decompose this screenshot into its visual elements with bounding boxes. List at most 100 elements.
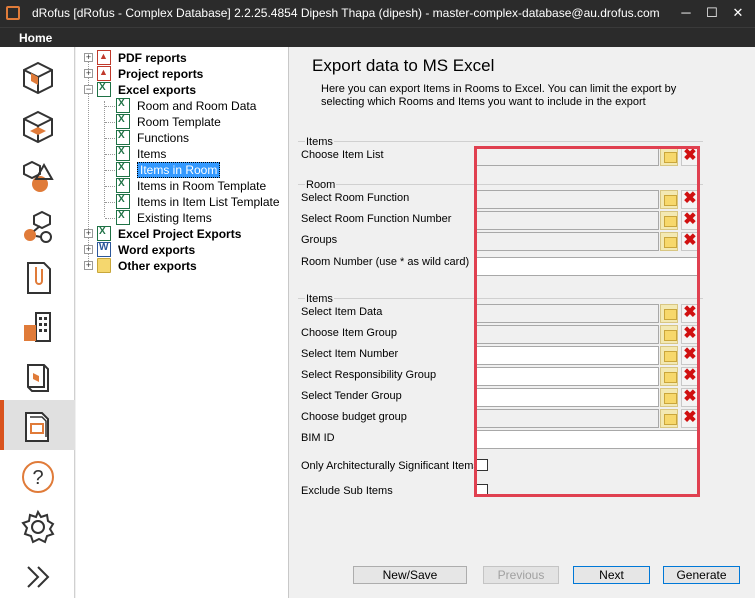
reports-icon <box>25 412 49 442</box>
room-template-module-button[interactable] <box>0 100 75 150</box>
tree-node[interactable]: Items in Room Template <box>76 178 288 194</box>
tree-node[interactable]: + PDF reports <box>76 50 288 66</box>
tree-node[interactable]: − Excel exports <box>76 82 288 98</box>
page-title: Export data to MS Excel <box>312 56 495 75</box>
settings-gear-icon <box>21 509 55 544</box>
documents-module-button[interactable] <box>0 250 75 300</box>
excel-icon <box>116 162 130 177</box>
expand-sidebar-button[interactable] <box>0 550 75 598</box>
document-clip-icon <box>27 262 51 294</box>
select-room-function-number-label: Select Room Function Number <box>301 213 452 225</box>
expand-toggle-icon[interactable]: + <box>84 261 93 270</box>
tree-node-label: Project reports <box>118 67 204 81</box>
tree-node-label: Items in Room <box>137 162 221 178</box>
close-window-button[interactable]: ✕ <box>728 4 748 22</box>
tree-node-label: Functions <box>137 131 190 145</box>
items-network-icon <box>24 210 52 243</box>
choose-item-group-label: Choose Item Group <box>301 327 397 339</box>
reports-module-button[interactable] <box>0 400 75 450</box>
items-group-label: Items <box>305 293 334 305</box>
tree-node[interactable]: Room and Room Data <box>76 98 288 114</box>
excel-icon <box>116 114 130 129</box>
collapse-toggle-icon[interactable]: − <box>84 85 93 94</box>
tree-node[interactable]: + Excel Project Exports <box>76 226 288 242</box>
previous-button[interactable]: Previous <box>483 566 559 584</box>
tree-node[interactable]: + Word exports <box>76 242 288 258</box>
pdf-icon <box>97 66 111 81</box>
excel-icon <box>97 82 111 97</box>
tree-node-label: Room Template <box>137 115 221 129</box>
select-tender-group-label: Select Tender Group <box>301 390 402 402</box>
app-logo-icon <box>6 6 20 20</box>
building-icon <box>24 312 51 342</box>
groups-label: Groups <box>301 234 338 246</box>
expand-toggle-icon[interactable]: + <box>84 245 93 254</box>
building-module-button[interactable] <box>0 300 75 350</box>
module-sidebar: ? <box>0 47 75 598</box>
select-responsibility-group-label: Select Responsibility Group <box>301 369 437 381</box>
excel-icon <box>116 98 130 113</box>
excel-icon <box>116 194 130 209</box>
tree-node[interactable]: Functions <box>76 130 288 146</box>
window-title: dRofus [dRofus - Complex Database] 2.2.2… <box>32 6 660 20</box>
shapes-module-button[interactable] <box>0 150 75 200</box>
title-bar: dRofus [dRofus - Complex Database] 2.2.2… <box>0 0 755 27</box>
tree-node[interactable]: Items in Item List Template <box>76 194 288 210</box>
pdf-icon <box>97 50 111 65</box>
tree-node[interactable]: Existing Items <box>76 210 288 226</box>
room-template-icon <box>23 110 53 144</box>
tree-node[interactable]: Room Template <box>76 114 288 130</box>
tree-node-label: Items <box>137 147 167 161</box>
tree-node-label: PDF reports <box>118 51 187 65</box>
expand-toggle-icon[interactable]: + <box>84 229 93 238</box>
rooms-3d-icon <box>23 61 53 95</box>
tree-node-label: Room and Room Data <box>137 99 257 113</box>
tree-node-label: Excel exports <box>118 83 197 97</box>
tree-node[interactable]: + Other exports <box>76 258 288 274</box>
expand-toggle-icon[interactable]: + <box>84 69 93 78</box>
tree-node-label: Excel Project Exports <box>118 227 242 241</box>
rooms-module-button[interactable] <box>0 50 75 100</box>
select-item-number-label: Select Item Number <box>301 348 399 360</box>
settings-module-button[interactable] <box>0 500 75 550</box>
items-top-group <box>298 141 703 142</box>
tree-node-label: Existing Items <box>137 211 212 225</box>
minimize-button[interactable]: ─ <box>676 4 696 22</box>
tree-node-label: Items in Room Template <box>137 179 267 193</box>
books-icon <box>27 364 49 392</box>
select-item-data-label: Select Item Data <box>301 306 383 318</box>
tree-node[interactable]: Items in Room <box>76 162 288 178</box>
items-top-group-label: Items <box>305 136 334 148</box>
excel-icon <box>116 178 130 193</box>
maximize-button[interactable]: ☐ <box>702 4 722 22</box>
tree-node-label: Items in Item List Template <box>137 195 280 209</box>
highlight-box <box>474 146 700 497</box>
folder-icon <box>97 258 111 273</box>
select-room-function-label: Select Room Function <box>301 192 410 204</box>
items-module-button[interactable] <box>0 200 75 250</box>
next-button[interactable]: Next <box>573 566 650 584</box>
tree-node[interactable]: Items <box>76 146 288 162</box>
help-glyph: ? <box>32 467 43 489</box>
tree-node-label: Word exports <box>118 243 196 257</box>
expand-toggle-icon[interactable]: + <box>84 53 93 62</box>
excel-icon <box>116 210 130 225</box>
excel-icon <box>97 226 111 241</box>
excel-icon <box>116 130 130 145</box>
report-tree: + PDF reports + Project reports − Excel expor… <box>76 47 289 598</box>
menu-bar: Home <box>0 27 755 47</box>
help-module-button[interactable]: ? <box>0 450 75 500</box>
word-icon <box>97 242 111 257</box>
room-number-label: Room Number (use * as wild card) <box>301 256 470 268</box>
shapes-icon <box>23 160 54 192</box>
library-module-button[interactable] <box>0 350 75 400</box>
tree-node[interactable]: + Project reports <box>76 66 288 82</box>
bim-id-label: BIM ID <box>301 432 335 444</box>
exclude-sub-items-label: Exclude Sub Items <box>301 485 393 497</box>
choose-budget-group-label: Choose budget group <box>301 411 407 423</box>
home-menu[interactable]: Home <box>19 31 52 45</box>
export-panel: Export data to MS Excel Here you can exp… <box>290 47 755 598</box>
generate-button[interactable]: Generate <box>663 566 740 584</box>
page-description: Here you can export Items in Rooms to Ex… <box>321 83 677 108</box>
new-save-button[interactable]: New/Save <box>353 566 467 584</box>
